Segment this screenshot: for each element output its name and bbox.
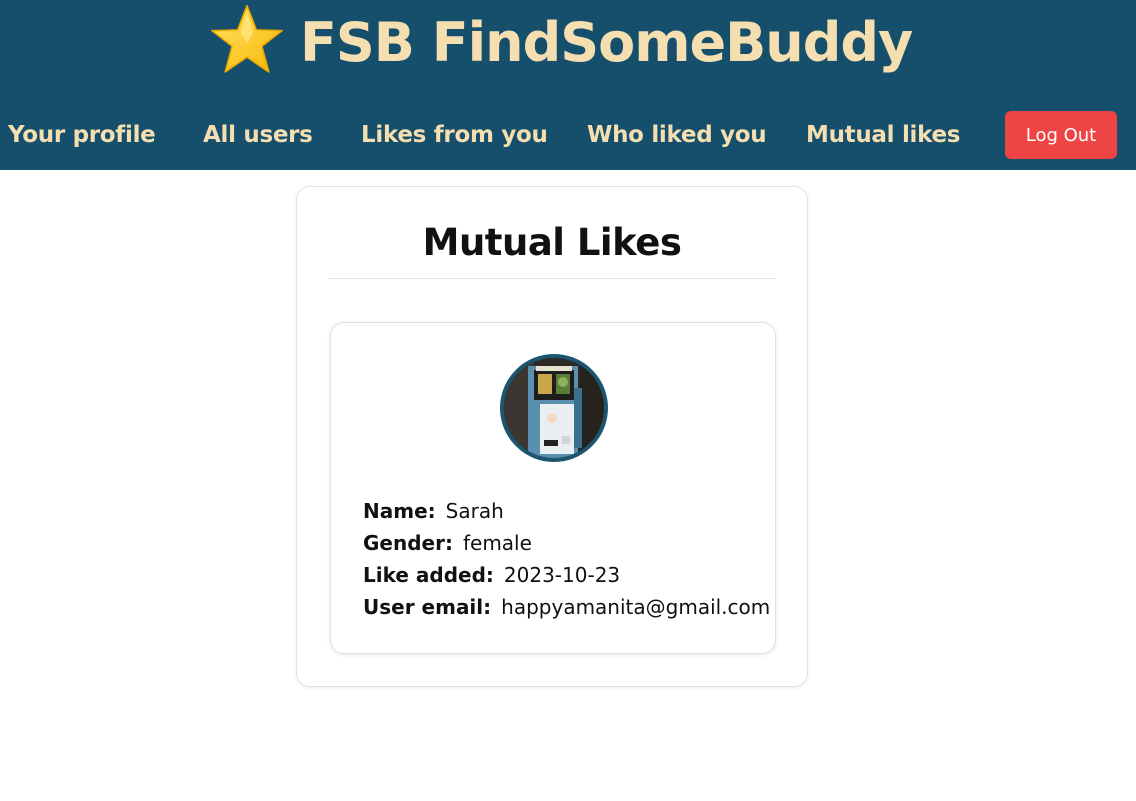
app-title: FSB FindSomeBuddy [300, 10, 913, 74]
like-date: 2023-10-23 [503, 563, 621, 587]
nav-who-liked-you[interactable]: Who liked you [587, 120, 767, 150]
page-title: Mutual Likes [422, 221, 682, 264]
match-details: Name: Sarah Gender: female Like added: 2023… [363, 495, 770, 623]
nav-your-profile[interactable]: Your profile [8, 120, 156, 150]
logout-button[interactable]: Log Out [1005, 111, 1117, 159]
detail-gender: Gender: female [363, 527, 763, 559]
nav-likes-from-you[interactable]: Likes from you [361, 120, 548, 150]
title-divider [329, 278, 775, 279]
mutual-likes-panel: Mutual Likes Name: Sarah Gender: female … [296, 186, 808, 687]
user-name: Sarah [445, 499, 504, 523]
user-avatar[interactable] [500, 354, 608, 462]
detail-label: User email: [363, 595, 492, 619]
user-gender: female [462, 531, 532, 555]
avatar-photo [504, 358, 604, 458]
detail-email: User email: happyamanita@gmail.com [363, 591, 770, 623]
star-icon [208, 1, 300, 83]
user-email[interactable]: happyamanita@gmail.com [501, 595, 770, 619]
detail-label: Gender: [363, 531, 453, 555]
brand[interactable]: FSB FindSomeBuddy [208, 1, 913, 83]
detail-name: Name: Sarah [363, 495, 763, 527]
detail-label: Name: [363, 499, 436, 523]
app-header: FSB FindSomeBuddy Your profile All users… [0, 0, 1136, 170]
nav-all-users[interactable]: All users [203, 120, 313, 150]
match-card: Name: Sarah Gender: female Like added: 2023… [330, 322, 776, 654]
detail-like-added: Like added: 2023-10-23 [363, 559, 763, 591]
nav-mutual-likes[interactable]: Mutual likes [806, 120, 960, 150]
detail-label: Like added: [363, 563, 494, 587]
